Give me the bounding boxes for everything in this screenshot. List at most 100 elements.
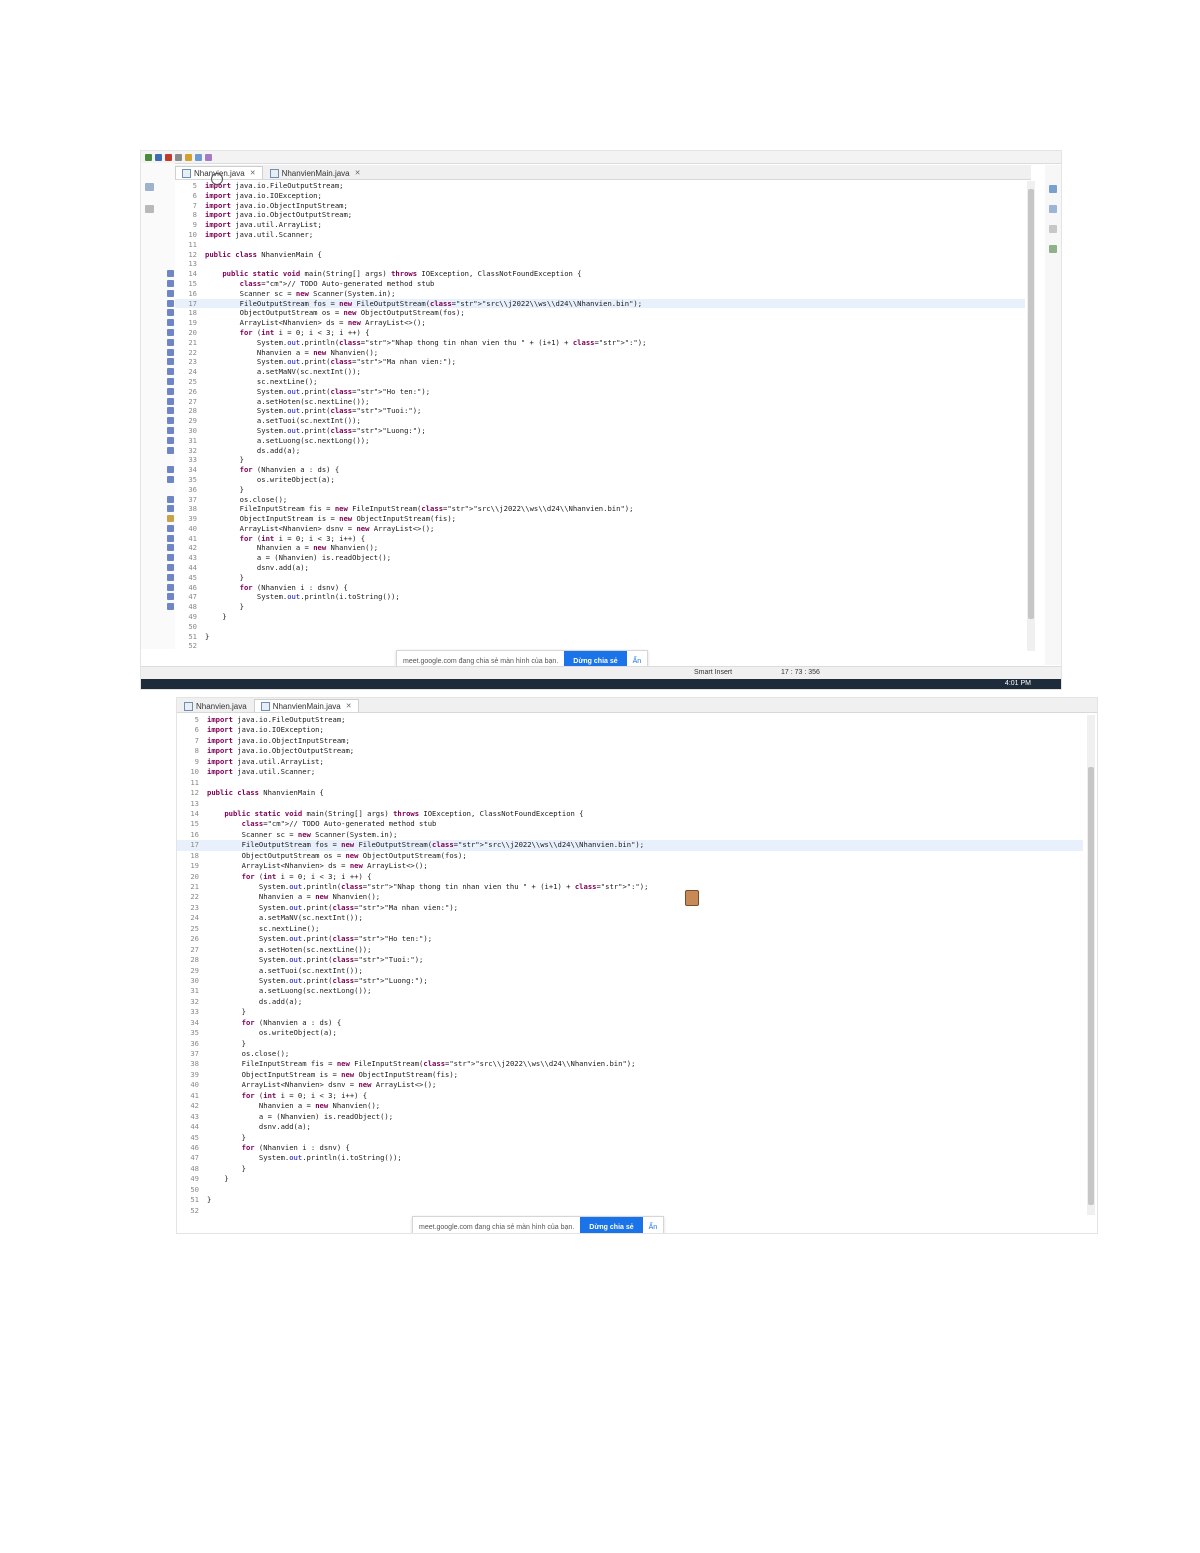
package-explorer-icon[interactable] (145, 183, 154, 191)
annotation-marker-icon[interactable] (167, 436, 174, 444)
code-line[interactable]: 35 os.writeObject(a); (177, 1028, 1083, 1038)
code-line[interactable]: 46 for (Nhanvien i : dsnv) { (177, 1143, 1083, 1153)
code-line[interactable]: 33 } (177, 1007, 1083, 1017)
code-line[interactable]: 45 } (167, 573, 1025, 583)
annotation-marker-icon[interactable] (167, 475, 174, 483)
annotation-marker-icon[interactable] (167, 505, 174, 513)
annotation-marker-icon[interactable] (167, 426, 174, 434)
code-line[interactable]: 5 import java.io.FileOutputStream; (175, 181, 1025, 191)
code-line[interactable]: 43 a = (Nhanvien) is.readObject(); (167, 553, 1025, 563)
code-editor[interactable]: 5 import java.io.FileOutputStream; 6 import… (177, 715, 1083, 1215)
annotation-marker-icon[interactable] (167, 544, 174, 552)
code-line[interactable]: 17 FileOutputStream fos = new FileOutput… (177, 840, 1083, 851)
annotation-marker-icon[interactable] (167, 309, 174, 317)
code-line[interactable]: 14 public static void main(String[] args… (167, 269, 1025, 279)
annotation-marker-icon[interactable] (167, 397, 174, 405)
code-line[interactable]: 50 (175, 622, 1025, 632)
annotation-marker-icon[interactable] (167, 299, 174, 307)
code-line[interactable]: 27 a.setHoten(sc.nextLine()); (167, 397, 1025, 407)
code-line[interactable]: 6 import java.io.IOException; (175, 191, 1025, 201)
code-line[interactable]: 20 for (int i = 0; i < 3; i ++) { (167, 328, 1025, 338)
code-line[interactable]: 30 System.out.print(class="str">"Luong:"… (177, 976, 1083, 986)
code-line[interactable]: 31 a.setLuong(sc.nextLong()); (167, 436, 1025, 446)
hide-button[interactable]: Ẩn (627, 658, 648, 665)
code-line[interactable]: 34 for (Nhanvien a : ds) { (177, 1018, 1083, 1028)
code-line[interactable]: 7 import java.io.ObjectInputStream; (175, 201, 1025, 211)
code-line[interactable]: 25 sc.nextLine(); (177, 924, 1083, 934)
annotation-marker-icon[interactable] (167, 573, 174, 581)
code-line[interactable]: 24 a.setMaNV(sc.nextInt()); (177, 913, 1083, 923)
code-line[interactable]: 10 import java.util.Scanner; (175, 230, 1025, 240)
annotation-marker-icon[interactable] (167, 358, 174, 366)
code-line[interactable]: 11 (175, 240, 1025, 250)
annotation-marker-icon[interactable] (167, 515, 174, 523)
code-line[interactable]: 25 sc.nextLine(); (167, 377, 1025, 387)
code-line[interactable]: 23 System.out.print(class="str">"Ma nhan… (177, 903, 1083, 913)
search-icon[interactable] (195, 153, 202, 161)
code-line[interactable]: 45 } (177, 1133, 1083, 1143)
close-icon[interactable]: ✕ (346, 702, 352, 710)
code-line[interactable]: 32 ds.add(a); (167, 446, 1025, 456)
annotation-marker-icon[interactable] (167, 495, 174, 503)
outline-view-icon[interactable] (1049, 205, 1057, 213)
code-line[interactable]: 23 System.out.print(class="str">"Ma nhan… (167, 357, 1025, 367)
code-line[interactable]: 10 import java.util.Scanner; (177, 767, 1083, 777)
code-line[interactable]: 42 Nhanvien a = new Nhanvien(); (167, 543, 1025, 553)
perspective-icon[interactable] (205, 153, 212, 161)
code-line[interactable]: 32 ds.add(a); (177, 997, 1083, 1007)
annotation-marker-icon[interactable] (167, 417, 174, 425)
code-line[interactable]: 11 (177, 778, 1083, 788)
code-line[interactable]: 38 FileInputStream fis = new FileInputSt… (177, 1059, 1083, 1069)
annotation-marker-icon[interactable] (167, 377, 174, 385)
code-line[interactable]: 13 (175, 259, 1025, 269)
console-icon[interactable] (1049, 245, 1057, 253)
code-line[interactable]: 51} (177, 1195, 1083, 1205)
editor-vertical-scrollbar[interactable] (1027, 181, 1035, 651)
code-line[interactable]: 18 ObjectOutputStream os = new ObjectOut… (177, 851, 1083, 861)
code-line[interactable]: 48 } (177, 1164, 1083, 1174)
folder-icon[interactable] (185, 153, 192, 161)
annotation-marker-icon[interactable] (167, 348, 174, 356)
code-line[interactable]: 50 (177, 1185, 1083, 1195)
code-line[interactable]: 52 (177, 1206, 1083, 1216)
code-line[interactable]: 47 System.out.println(i.toString()); (167, 592, 1025, 602)
annotation-marker-icon[interactable] (167, 289, 174, 297)
tab-nhanvien-java[interactable]: Nhanvien.java (177, 699, 254, 712)
annotation-marker-icon[interactable] (167, 387, 174, 395)
stop-sharing-button[interactable]: Dừng chia sẻ (580, 1217, 643, 1233)
code-editor[interactable]: 5 import java.io.FileOutputStream; 6 import… (167, 181, 1025, 650)
minimize-icon[interactable] (1049, 225, 1057, 233)
code-line[interactable]: 17 FileOutputStream fos = new FileOutput… (167, 298, 1025, 309)
annotation-marker-icon[interactable] (167, 338, 174, 346)
save-icon[interactable] (175, 153, 182, 161)
run-icon[interactable] (145, 153, 152, 161)
code-line[interactable]: 28 System.out.print(class="str">"Tuoi:")… (167, 406, 1025, 416)
code-line[interactable]: 37 os.close(); (167, 495, 1025, 505)
code-line[interactable]: 9 import java.util.ArrayList; (175, 220, 1025, 230)
code-line[interactable]: 44 dsnv.add(a); (167, 563, 1025, 573)
code-line[interactable]: 35 os.writeObject(a); (167, 475, 1025, 485)
code-line[interactable]: 31 a.setLuong(sc.nextLong()); (177, 986, 1083, 996)
annotation-marker-icon[interactable] (167, 593, 174, 601)
code-line[interactable]: 22 Nhanvien a = new Nhanvien(); (167, 348, 1025, 358)
annotation-marker-icon[interactable] (167, 554, 174, 562)
close-icon[interactable]: ✕ (355, 169, 361, 177)
code-line[interactable]: 40 ArrayList<Nhanvien> dsnv = new ArrayL… (177, 1080, 1083, 1090)
code-line[interactable]: 24 a.setMaNV(sc.nextInt()); (167, 367, 1025, 377)
code-line[interactable]: 44 dsnv.add(a); (177, 1122, 1083, 1132)
annotation-marker-icon[interactable] (167, 583, 174, 591)
code-line[interactable]: 9 import java.util.ArrayList; (177, 757, 1083, 767)
code-line[interactable]: 16 Scanner sc = new Scanner(System.in); (167, 289, 1025, 299)
code-line[interactable]: 12 public class NhanvienMain { (175, 250, 1025, 260)
code-line[interactable]: 34 for (Nhanvien a : ds) { (167, 465, 1025, 475)
code-line[interactable]: 43 a = (Nhanvien) is.readObject(); (177, 1112, 1083, 1122)
code-line[interactable]: 42 Nhanvien a = new Nhanvien(); (177, 1101, 1083, 1111)
code-line[interactable]: 12 public class NhanvienMain { (177, 788, 1083, 798)
code-line[interactable]: 14 public static void main(String[] args… (177, 809, 1083, 819)
code-line[interactable]: 27 a.setHoten(sc.nextLine()); (177, 945, 1083, 955)
close-icon[interactable]: ✕ (250, 169, 256, 177)
tab-nhanvienmain-java[interactable]: NhanvienMain.java ✕ (263, 166, 368, 179)
tab-nhanvienmain-java[interactable]: NhanvienMain.java ✕ (253, 699, 359, 712)
code-line[interactable]: 26 System.out.print(class="str">"Ho ten:… (177, 934, 1083, 944)
code-line[interactable]: 22 Nhanvien a = new Nhanvien(); (177, 892, 1083, 902)
